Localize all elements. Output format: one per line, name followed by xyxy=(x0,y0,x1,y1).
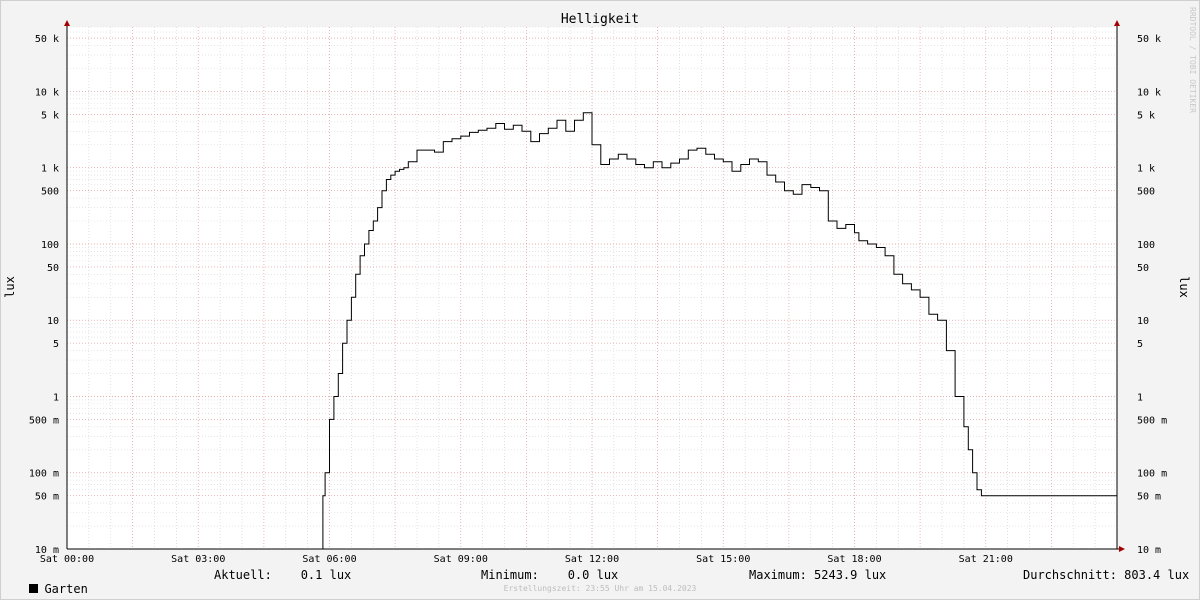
y-tick-label-right: 10 m xyxy=(1137,545,1161,556)
x-tick-label: Sat 03:00 xyxy=(171,554,225,565)
y-tick-label-right: 500 xyxy=(1137,187,1155,198)
chart-canvas: Helligkeit lux lux RRDTOOL / TOBI OETIKE… xyxy=(3,7,1197,565)
y-tick-label-left: 500 m xyxy=(29,415,59,426)
y-tick-label-right: 10 xyxy=(1137,316,1149,327)
footer-timestamp: Erstellungszeit: 23:55 Uhr am 15.04.2023 xyxy=(503,584,697,593)
y-tick-label-left: 5 xyxy=(53,339,59,350)
x-tick-label: Sat 09:00 xyxy=(434,554,488,565)
x-tick-label: Sat 06:00 xyxy=(302,554,356,565)
y-tick-label-left: 50 xyxy=(47,263,59,274)
y-tick-label-left: 1 xyxy=(53,392,59,403)
x-tick-label: Sat 21:00 xyxy=(959,554,1013,565)
y-tick-label-right: 5 xyxy=(1137,339,1143,350)
y-tick-label-right: 100 xyxy=(1137,240,1155,251)
x-tick-label: Sat 18:00 xyxy=(827,554,881,565)
y-tick-label-right: 50 m xyxy=(1137,492,1161,503)
y-tick-label-right: 50 k xyxy=(1137,34,1161,45)
y-tick-label-left: 10 k xyxy=(35,87,59,98)
y-axis-arrow-right xyxy=(1114,20,1120,26)
y-tick-label-right: 1 k xyxy=(1137,164,1155,175)
y-tick-label-right: 100 m xyxy=(1137,469,1167,480)
x-axis-arrow xyxy=(1119,546,1125,552)
y-tick-label-left: 1 k xyxy=(41,164,59,175)
watermark: RRDTOOL / TOBI OETIKER xyxy=(1188,7,1197,113)
y-tick-label-left: 5 k xyxy=(41,110,59,121)
grid-layer xyxy=(66,26,1118,550)
y-tick-label-right: 50 xyxy=(1137,263,1149,274)
x-tick-label: Sat 15:00 xyxy=(696,554,750,565)
y-axis-label-left: lux xyxy=(3,276,17,298)
y-tick-label-left: 50 k xyxy=(35,34,59,45)
y-tick-label-left: 100 xyxy=(41,240,59,251)
y-tick-label-right: 500 m xyxy=(1137,415,1167,426)
legend-average: Durchschnitt: 803.4 lux xyxy=(1023,568,1190,582)
y-tick-label-left: 10 xyxy=(47,316,59,327)
y-axis-arrow-left xyxy=(64,20,70,26)
legend-minimum: Minimum: 0.0 lux xyxy=(481,568,619,582)
y-tick-label-left: 500 xyxy=(41,187,59,198)
y-tick-label-right: 10 k xyxy=(1137,87,1161,98)
chart-title: Helligkeit xyxy=(561,12,639,27)
x-tick-label: Sat 12:00 xyxy=(565,554,619,565)
y-tick-label-right: 5 k xyxy=(1137,110,1155,121)
y-tick-label-left: 50 m xyxy=(35,492,59,503)
x-tick-label: Sat 00:00 xyxy=(40,554,94,565)
y-tick-label-left: 100 m xyxy=(29,469,59,480)
y-axis-label-right: lux xyxy=(1177,276,1191,298)
legend-current: Aktuell: 0.1 lux xyxy=(214,568,352,582)
legend-maximum: Maximum: 5243.9 lux xyxy=(749,568,887,582)
y-tick-label-right: 1 xyxy=(1137,392,1143,403)
